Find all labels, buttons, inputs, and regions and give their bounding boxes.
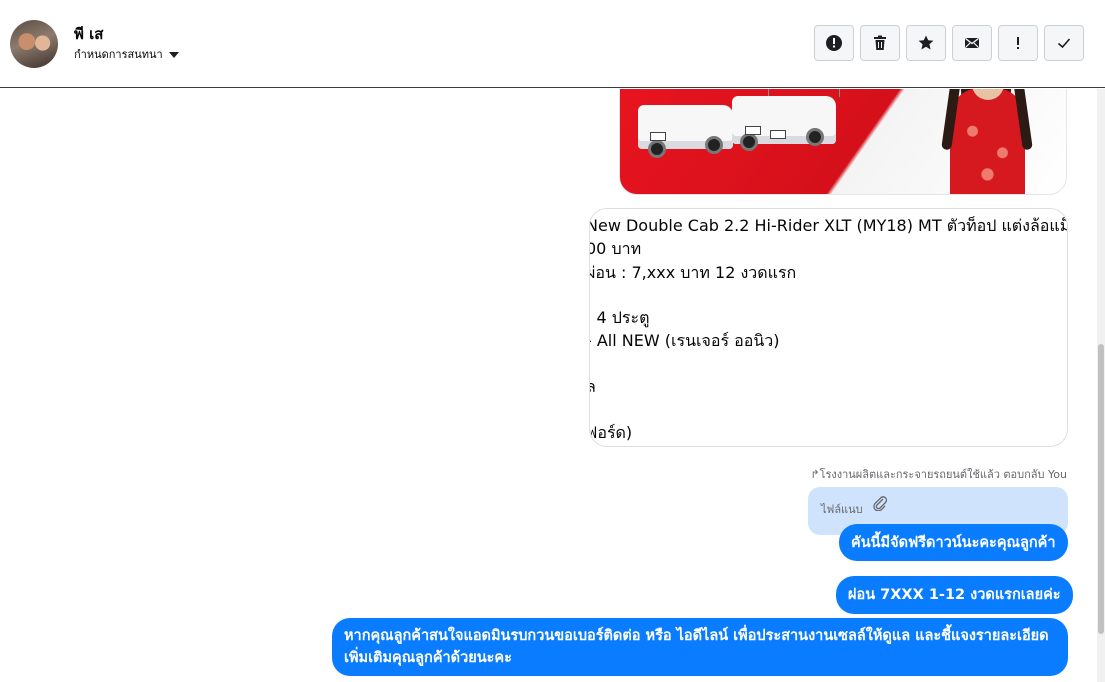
- truck-wheel: [740, 133, 758, 151]
- mark-unread-button[interactable]: [952, 25, 992, 61]
- truck-plate: [745, 126, 761, 135]
- message-bubble[interactable]: หากคุณลูกค้าสนใจแอดมินรบกวนขอเบอร์ติดต่อ…: [332, 618, 1068, 676]
- contact-avatar[interactable]: [10, 20, 58, 68]
- truck-wheel: [806, 128, 824, 146]
- person-dress: [950, 89, 1025, 194]
- ad-text-line: New Double Cab 2.2 Hi-Rider XLT (MY18) M…: [589, 216, 1068, 235]
- star-icon: [918, 35, 934, 50]
- envelope-icon: [965, 37, 979, 48]
- ad-text-line: ฟอร์ด): [589, 423, 633, 442]
- paperclip-icon: [873, 496, 888, 511]
- mark-spam-button[interactable]: [998, 25, 1038, 61]
- exclamation-icon: [1017, 37, 1019, 49]
- conversation-toolbar: [814, 25, 1084, 61]
- alert-circle-icon: [826, 35, 842, 51]
- truck-wheel: [648, 140, 666, 158]
- ad-text-line: - All NEW (เรนเจอร์ ออนิว): [589, 331, 780, 350]
- message-thread[interactable]: New Double Cab 2.2 Hi-Rider XLT (MY18) M…: [0, 89, 1097, 682]
- scrollbar[interactable]: [1097, 89, 1105, 682]
- ad-text-line: 00 บาท: [589, 239, 642, 258]
- conversation-settings-dropdown[interactable]: กำหนดการสนทนา: [74, 45, 179, 63]
- conversation-settings-label: กำหนดการสนทนา: [74, 48, 163, 61]
- report-button[interactable]: [814, 25, 854, 61]
- mark-done-button[interactable]: [1044, 25, 1084, 61]
- ad-text-line: ผ่อน : 7,xxx บาท 12 งวดแรก: [589, 263, 797, 282]
- attachment-label: ไฟล์แนบ: [821, 503, 863, 516]
- caret-down-icon: [168, 52, 179, 58]
- conversation-header: พี เส กำหนดการสนทนา: [0, 0, 1105, 88]
- truck-wheel: [705, 136, 723, 154]
- star-button[interactable]: [906, 25, 946, 61]
- contact-name[interactable]: พี เส: [74, 22, 103, 46]
- message-bubble[interactable]: คันนี้มีจัดฟรีดาวน์นะคะคุณลูกค้า: [839, 524, 1068, 561]
- message-bubble[interactable]: ผ่อน 7XXX 1-12 งวดแรกเลยค่ะ: [836, 576, 1073, 614]
- ad-text-card[interactable]: New Double Cab 2.2 Hi-Rider XLT (MY18) M…: [589, 208, 1068, 447]
- truck-plate: [650, 132, 666, 141]
- delete-button[interactable]: [860, 25, 900, 61]
- trash-icon: [874, 35, 886, 50]
- scrollbar-thumb[interactable]: [1098, 344, 1104, 634]
- truck-plate: [770, 130, 786, 139]
- ad-text-line: ล: [590, 375, 596, 400]
- ad-image[interactable]: [619, 89, 1067, 195]
- ad-text-line: : 4 ประตู: [589, 308, 650, 327]
- reply-context-note: ↱โรงงานผลิตและกระจายรถยนต์ใช้แล้ว ตอบกลั…: [810, 468, 1067, 481]
- checkmark-icon: [1057, 38, 1071, 49]
